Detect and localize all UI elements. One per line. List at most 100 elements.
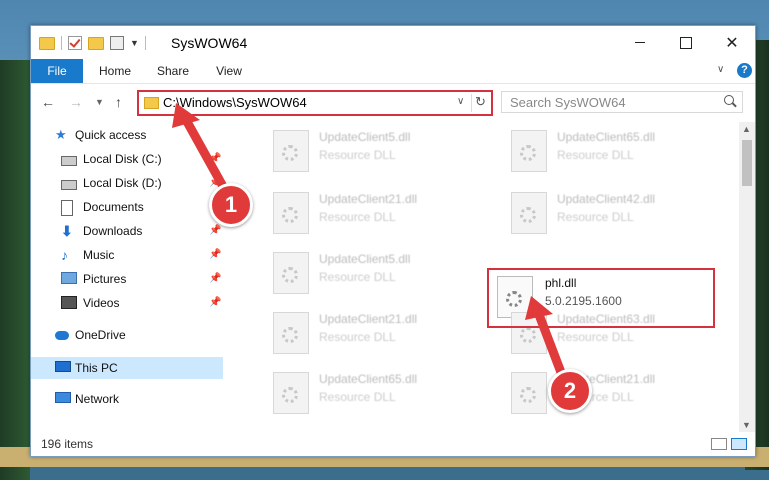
- scroll-down-icon[interactable]: ▼: [742, 420, 751, 430]
- large-icons-view-icon[interactable]: [731, 438, 747, 450]
- up-arrow-icon[interactable]: ↑: [115, 94, 122, 110]
- file-description: Resource DLL: [319, 390, 396, 404]
- dll-file-icon: [273, 372, 309, 414]
- minimize-icon: [635, 42, 645, 43]
- file-description: Resource DLL: [319, 148, 396, 162]
- file-description: Resource DLL: [557, 210, 634, 224]
- back-arrow-icon[interactable]: ←: [41, 94, 55, 110]
- file-description: Resource DLL: [557, 330, 634, 344]
- expand-ribbon-chevron-icon[interactable]: ∨: [717, 64, 724, 75]
- details-view-icon[interactable]: [711, 438, 727, 450]
- gear-icon: [520, 327, 536, 343]
- file-name: UpdateClient5.dll: [319, 130, 411, 144]
- drive-icon: [61, 156, 77, 166]
- vertical-scrollbar[interactable]: ▲ ▼: [739, 122, 755, 432]
- sidebar-item-local-disk-c[interactable]: Local Disk (C:) 📌: [31, 148, 223, 170]
- sidebar-item-this-pc[interactable]: This PC: [31, 357, 223, 379]
- gear-icon: [282, 327, 298, 343]
- properties-icon[interactable]: [110, 36, 124, 50]
- file-name: UpdateClient21.dll: [319, 192, 418, 206]
- tab-file[interactable]: File: [31, 59, 83, 83]
- file-item[interactable]: UpdateClient5.dll Resource DLL: [247, 126, 467, 176]
- sidebar-item-pictures[interactable]: Pictures 📌: [31, 268, 223, 290]
- quick-access-toolbar: ▼: [39, 36, 146, 50]
- pin-icon: 📌: [209, 249, 222, 260]
- item-count: 196 items: [41, 437, 94, 451]
- file-item[interactable]: UpdateClient21.dll Resource DLL: [247, 308, 467, 358]
- sidebar-item-label: Network: [75, 392, 120, 406]
- window-title: SysWOW64: [171, 35, 248, 51]
- file-item[interactable]: UpdateClient21.dll Resource DLL: [485, 368, 705, 418]
- gear-icon: [282, 387, 298, 403]
- gear-icon: [282, 267, 298, 283]
- checkmark-icon[interactable]: [68, 36, 82, 50]
- address-bar[interactable]: C:\Windows\SysWOW64 ∨ ↻: [137, 90, 493, 116]
- dll-file-icon: [273, 192, 309, 234]
- sidebar-item-network[interactable]: Network: [31, 388, 223, 410]
- file-item[interactable]: UpdateClient42.dll Resource DLL: [485, 188, 705, 238]
- music-icon: ♪: [61, 247, 68, 263]
- file-explorer-window: ▼ SysWOW64 ✕ File Home Share View ∨ ? ← …: [30, 25, 756, 457]
- recent-locations-chevron-icon[interactable]: ▼: [95, 97, 104, 107]
- dll-file-icon: [273, 130, 309, 172]
- sidebar-item-label: Documents: [83, 200, 144, 214]
- file-name: UpdateClient21.dll: [319, 312, 418, 326]
- file-list: UpdateClient5.dll Resource DLL UpdateCli…: [227, 122, 737, 428]
- new-folder-icon[interactable]: [88, 36, 104, 50]
- sidebar-item-downloads[interactable]: ⬇ Downloads 📌: [31, 220, 223, 242]
- dll-file-icon: [273, 312, 309, 354]
- pin-icon: 📌: [209, 225, 222, 236]
- maximize-button[interactable]: [663, 26, 709, 59]
- sidebar-item-documents[interactable]: Documents 📌: [31, 196, 223, 218]
- toolbar-divider: [61, 36, 62, 50]
- download-icon: ⬇: [61, 223, 73, 239]
- sidebar-item-videos[interactable]: Videos 📌: [31, 292, 223, 314]
- sidebar-item-label: Quick access: [75, 128, 147, 142]
- navigation-bar: ← → ▼ ↑ C:\Windows\SysWOW64 ∨ ↻ Search S…: [31, 84, 755, 120]
- tab-share[interactable]: Share: [151, 59, 195, 83]
- file-item[interactable]: UpdateClient21.dll Resource DLL: [247, 188, 467, 238]
- tab-home[interactable]: Home: [91, 59, 139, 83]
- file-name: UpdateClient42.dll: [557, 192, 656, 206]
- address-dropdown-icon[interactable]: ∨: [457, 96, 464, 107]
- pin-icon: 📌: [209, 297, 222, 308]
- sidebar-item-music[interactable]: ♪ Music 📌: [31, 244, 223, 266]
- minimize-button[interactable]: [617, 26, 663, 59]
- help-icon[interactable]: ?: [737, 63, 752, 78]
- folder-icon[interactable]: [39, 36, 55, 50]
- file-description: Resource DLL: [319, 330, 396, 344]
- network-icon: [55, 392, 71, 403]
- dll-file-icon: [511, 192, 547, 234]
- file-item[interactable]: UpdateClient65.dll Resource DLL: [247, 368, 467, 418]
- file-item[interactable]: UpdateClient65.dll Resource DLL: [485, 126, 705, 176]
- sidebar-item-local-disk-d[interactable]: Local Disk (D:) 📌: [31, 172, 223, 194]
- scroll-thumb[interactable]: [742, 140, 752, 186]
- file-item[interactable]: UpdateClient5.dll Resource DLL: [247, 248, 467, 298]
- sidebar-item-quick-access[interactable]: ★ Quick access: [31, 124, 223, 146]
- folder-icon: [144, 97, 159, 109]
- file-name: UpdateClient65.dll: [557, 130, 656, 144]
- toolbar-divider: [144, 36, 146, 50]
- pin-icon: 📌: [209, 153, 222, 164]
- videos-icon: [61, 296, 77, 309]
- sidebar-item-onedrive[interactable]: OneDrive: [31, 324, 223, 346]
- background-palm-left: [0, 60, 30, 480]
- sidebar-item-label: Downloads: [83, 224, 143, 238]
- file-name: UpdateClient65.dll: [319, 372, 418, 386]
- title-bar: ▼ SysWOW64 ✕: [31, 26, 755, 59]
- pin-icon: 📌: [209, 273, 222, 284]
- sidebar-item-label: This PC: [75, 361, 118, 375]
- refresh-icon[interactable]: ↻: [475, 94, 486, 110]
- search-input[interactable]: Search SysWOW64: [501, 91, 743, 113]
- search-icon[interactable]: [724, 95, 734, 105]
- star-icon: ★: [55, 127, 67, 142]
- customize-toolbar-dropdown-icon[interactable]: ▼: [130, 38, 139, 48]
- address-path[interactable]: C:\Windows\SysWOW64: [163, 95, 307, 110]
- tab-view[interactable]: View: [209, 59, 249, 83]
- cloud-icon: [55, 331, 69, 340]
- ribbon: File Home Share View ∨ ?: [31, 59, 755, 84]
- forward-arrow-icon[interactable]: →: [69, 94, 83, 110]
- close-button[interactable]: ✕: [709, 26, 755, 59]
- search-placeholder: Search SysWOW64: [510, 95, 626, 110]
- scroll-up-icon[interactable]: ▲: [742, 124, 751, 134]
